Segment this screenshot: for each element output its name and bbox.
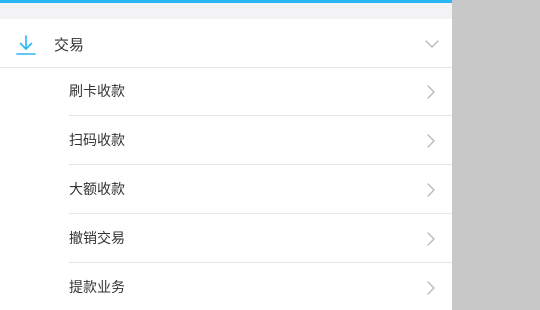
download-icon	[16, 35, 36, 55]
chevron-right-icon	[427, 183, 435, 197]
menu-item-void-transaction[interactable]: 撤销交易	[0, 215, 452, 263]
menu-item-label: 刷卡收款	[69, 84, 125, 100]
menu-item-label: 提款业务	[69, 280, 125, 296]
top-shade-strip	[0, 3, 452, 19]
menu-item-label: 大额收款	[69, 182, 125, 198]
chevron-right-icon	[427, 281, 435, 295]
chevron-right-icon	[427, 232, 435, 246]
transaction-menu-panel: 交易 刷卡收款 扫码收款 大额收款 撤销交易 提款业务	[0, 0, 452, 310]
item-divider	[69, 213, 452, 214]
menu-item-withdrawal-service[interactable]: 提款业务	[0, 264, 452, 310]
menu-item-label: 撤销交易	[69, 231, 125, 247]
item-divider	[69, 164, 452, 165]
chevron-down-icon[interactable]	[424, 38, 440, 50]
menu-item-label: 扫码收款	[69, 133, 125, 149]
menu-item-card-payment[interactable]: 刷卡收款	[0, 68, 452, 116]
menu-item-qr-payment[interactable]: 扫码收款	[0, 117, 452, 165]
item-divider	[69, 115, 452, 116]
chevron-right-icon	[427, 134, 435, 148]
menu-item-large-payment[interactable]: 大额收款	[0, 166, 452, 214]
chevron-right-icon	[427, 85, 435, 99]
section-title: 交易	[54, 36, 85, 54]
item-divider	[69, 262, 452, 263]
